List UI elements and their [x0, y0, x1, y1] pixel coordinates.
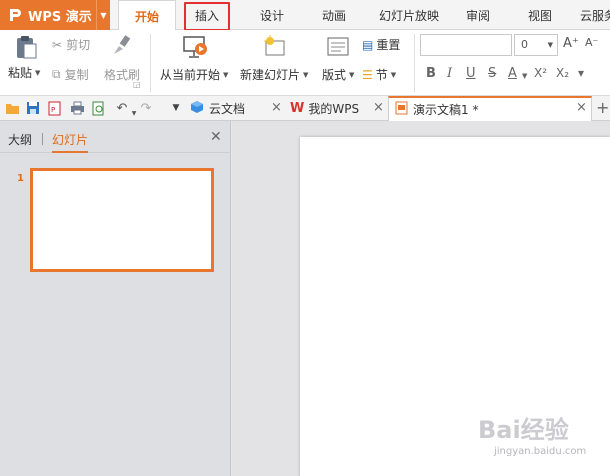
layout-button[interactable]: 版式 ▼ — [322, 66, 354, 83]
app-menu-button[interactable]: WPS 演示 ▼ — [0, 0, 110, 30]
ribbon-separator — [414, 34, 415, 92]
paste-label: 粘贴 — [8, 66, 33, 80]
section-button[interactable]: ☰ 节 ▼ — [362, 66, 396, 83]
open-folder-icon[interactable] — [4, 100, 20, 116]
clipboard-dialog-launcher-icon[interactable]: ◲ — [133, 80, 141, 89]
presentation-file-icon — [395, 101, 408, 118]
cut-label: 剪切 — [66, 38, 91, 52]
watermark: Bai经验 jingyan.baidu.com — [478, 410, 608, 470]
doc-tab-label: 云文档 — [209, 102, 246, 116]
play-from-current-label: 从当前开始 — [160, 68, 221, 82]
play-from-current-button[interactable]: 从当前开始 ▼ — [160, 66, 228, 83]
print-icon[interactable] — [69, 100, 85, 116]
grow-font-button[interactable]: A⁺ — [563, 36, 579, 51]
tab-outline[interactable]: 大纲 — [8, 131, 32, 148]
new-tab-plus-icon[interactable]: + — [596, 98, 609, 117]
bold-button[interactable]: B — [426, 66, 436, 81]
new-slide-caret-icon: ▼ — [303, 70, 309, 79]
reset-label: 重置 — [376, 38, 401, 52]
tab-slides[interactable]: 幻灯片 — [52, 131, 89, 153]
layout-caret-icon: ▼ — [349, 70, 355, 79]
section-caret-icon: ▼ — [390, 70, 397, 79]
tab-divider — [42, 133, 43, 145]
tab-slideshow[interactable]: 幻灯片放映 — [372, 0, 446, 30]
strikethrough-button[interactable]: S — [488, 66, 496, 81]
subscript-button[interactable]: X₂ — [556, 66, 569, 80]
reset-icon: ▤ — [362, 37, 374, 52]
underline-button[interactable]: U — [466, 66, 476, 81]
quick-access-bar: P ↶ ▼ ↷ ▼ 云文档 × W 我的WPS × 演示文稿1 * × + — [0, 96, 610, 121]
reset-button[interactable]: ▤ 重置 — [362, 36, 400, 53]
layout-icon[interactable] — [326, 36, 350, 58]
new-slide-icon[interactable] — [262, 34, 288, 60]
tab-cloud-service[interactable]: 云服务 — [580, 0, 610, 30]
app-menu-caret-icon[interactable]: ▼ — [96, 0, 110, 30]
clipboard-icon[interactable] — [14, 34, 38, 60]
slide-thumbnail[interactable] — [30, 168, 214, 272]
doc-tab-label: 演示文稿1 * — [413, 103, 479, 117]
scissors-icon: ✂ — [52, 37, 63, 52]
new-slide-button[interactable]: 新建幻灯片 ▼ — [240, 66, 308, 83]
cube-icon — [190, 100, 204, 117]
close-icon[interactable]: × — [271, 100, 282, 115]
copy-button[interactable]: ⧉ 复制 — [52, 66, 89, 83]
font-size-value: 0 — [521, 38, 528, 51]
watermark-url: jingyan.baidu.com — [494, 446, 587, 457]
slide-number: 1 — [17, 173, 24, 184]
font-name-select[interactable] — [420, 34, 512, 56]
wps-logo-icon — [4, 4, 26, 26]
play-caret-icon: ▼ — [223, 70, 229, 79]
ribbon-separator — [150, 34, 151, 92]
shrink-font-button[interactable]: A⁻ — [585, 36, 598, 49]
font-color-button[interactable]: A — [508, 66, 517, 81]
section-label: 节 — [375, 68, 388, 82]
print-preview-icon[interactable] — [91, 100, 107, 116]
close-icon[interactable]: ✕ — [210, 129, 222, 145]
paintbrush-icon[interactable] — [110, 34, 132, 56]
doc-tab-label: 我的WPS — [308, 102, 360, 116]
save-icon[interactable] — [25, 100, 41, 116]
app-title: WPS 演示 — [28, 9, 92, 25]
font-more-icon[interactable]: ▾ — [578, 66, 584, 80]
wps-logo-icon: W — [290, 101, 305, 116]
font-size-select[interactable]: 0 ▼ — [514, 34, 558, 56]
close-icon[interactable]: × — [576, 100, 587, 115]
new-slide-label: 新建幻灯片 — [240, 68, 301, 82]
paste-caret-icon: ▼ — [35, 68, 41, 77]
menu-bar: WPS 演示 ▼ 开始 插入 设计 动画 幻灯片放映 审阅 视图 云服务 — [0, 0, 610, 31]
play-screen-icon[interactable] — [182, 34, 208, 60]
highlight-box — [184, 2, 230, 31]
redo-icon[interactable]: ↷ — [138, 100, 154, 116]
tab-review[interactable]: 审阅 — [458, 0, 498, 30]
tab-home[interactable]: 开始 — [118, 0, 176, 31]
paste-button[interactable]: 粘贴 ▼ — [8, 64, 40, 81]
superscript-button[interactable]: X² — [534, 66, 547, 80]
customize-toolbar-caret-icon[interactable]: ▼ — [168, 100, 184, 116]
font-color-caret-icon[interactable]: ▼ — [522, 72, 527, 80]
section-icon: ☰ — [362, 67, 373, 82]
tab-view[interactable]: 视图 — [520, 0, 560, 30]
copy-label: 复制 — [64, 68, 89, 82]
copy-icon: ⧉ — [52, 67, 61, 81]
cut-button[interactable]: ✂ 剪切 — [52, 36, 90, 53]
doc-tab-presentation[interactable]: 演示文稿1 * — [388, 96, 592, 121]
export-pdf-icon[interactable]: P — [47, 100, 63, 116]
slide-panel: 大纲 幻灯片 ✕ 1 — [0, 121, 231, 476]
tab-animation[interactable]: 动画 — [312, 0, 356, 30]
tab-design[interactable]: 设计 — [250, 0, 294, 30]
slide-panel-tabs: 大纲 幻灯片 ✕ — [0, 121, 231, 153]
layout-label: 版式 — [322, 68, 347, 82]
svg-text:P: P — [51, 106, 55, 114]
font-size-caret-icon: ▼ — [547, 41, 553, 49]
ribbon: 粘贴 ▼ ✂ 剪切 ⧉ 复制 格式刷 ◲ 从当前开始 ▼ 新建幻灯片 ▼ 版式 ▼ ▤ 重置 … — [0, 30, 610, 96]
close-icon[interactable]: × — [373, 100, 384, 115]
watermark-logo: Bai经验 — [478, 416, 569, 444]
italic-button[interactable]: I — [447, 66, 452, 81]
